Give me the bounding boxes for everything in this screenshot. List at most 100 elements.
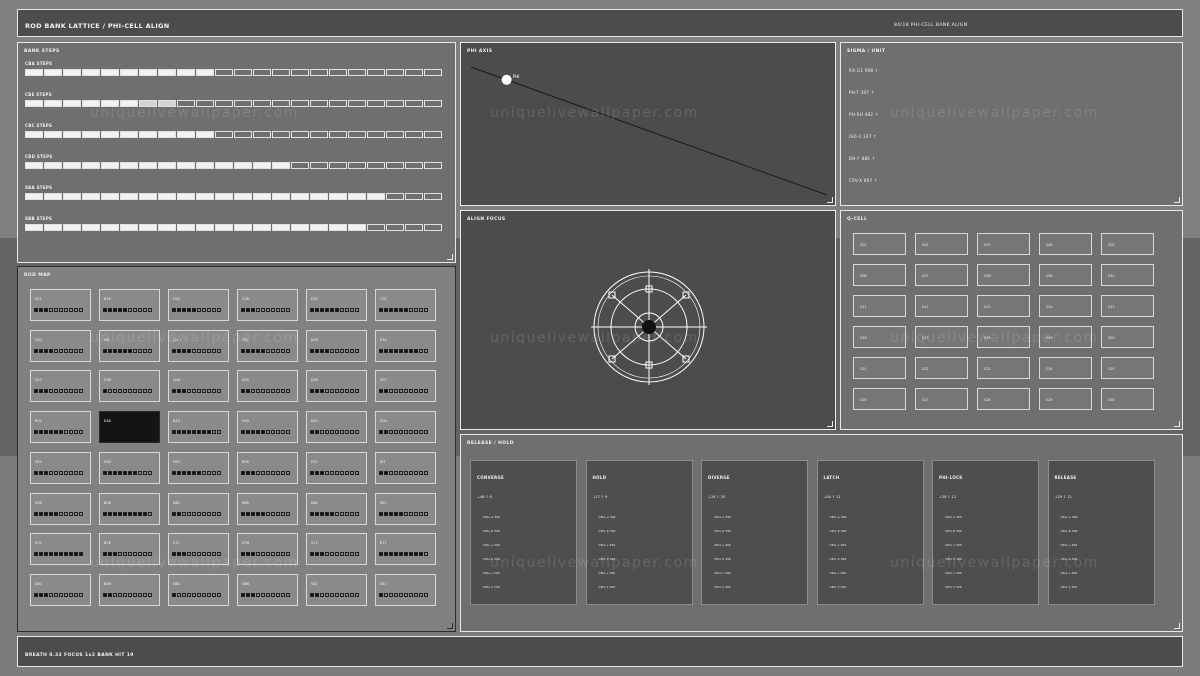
bank-step[interactable] [44,224,62,231]
q-cell-tile[interactable]: G15 [1101,295,1154,317]
bank-step[interactable] [82,69,100,76]
bank-step[interactable] [120,131,138,138]
bank-step[interactable] [82,162,100,169]
bank-step[interactable] [253,162,271,169]
bank-step[interactable] [177,100,195,107]
bank-step[interactable] [386,224,404,231]
rod-cell[interactable]: B88 [99,573,160,606]
rod-cell[interactable]: D76 [237,533,298,566]
q-cell-tile[interactable]: G22 [915,357,968,379]
resize-handle[interactable] [827,197,833,203]
rod-cell[interactable]: R66 [237,492,298,525]
bank-step[interactable] [405,193,423,200]
phi-marker[interactable] [501,74,512,85]
bank-step[interactable] [215,224,233,231]
bank-step[interactable] [310,131,328,138]
bank-step[interactable] [196,131,214,138]
rod-cell[interactable]: N81 [168,573,229,606]
rod-cell[interactable]: S80 [30,573,91,606]
bank-step[interactable] [158,69,176,76]
bank-step[interactable] [234,193,252,200]
bank-step[interactable] [120,162,138,169]
q-cell-tile[interactable]: G19 [1039,326,1092,348]
bank-step[interactable] [177,193,195,200]
rod-cell[interactable]: B16 [99,289,160,321]
bank-step[interactable] [82,224,100,231]
bank-step[interactable] [329,131,347,138]
q-cell-tile[interactable]: G18 [977,326,1030,348]
bank-step[interactable] [82,193,100,200]
bank-step[interactable] [196,193,214,200]
q-cell-tile[interactable]: G17 [915,326,968,348]
q-cell-tile[interactable]: G16 [853,326,906,348]
bank-step[interactable] [101,131,119,138]
bank-step[interactable] [215,69,233,76]
q-cell-tile[interactable]: G01 [853,233,906,255]
rod-cell[interactable]: R04 [30,411,91,444]
rod-cell[interactable]: H22 [168,289,229,321]
bank-step[interactable] [63,131,81,138]
rod-cell[interactable]: B78 [99,533,160,566]
resize-handle[interactable] [447,623,453,629]
bank-step[interactable] [63,100,81,107]
q-cell-tile[interactable]: G09 [1039,264,1092,286]
bank-step[interactable] [44,100,62,107]
resize-handle[interactable] [1174,623,1180,629]
bank-step[interactable] [253,193,271,200]
bank-step[interactable] [272,193,290,200]
bank-step-bar[interactable] [25,69,442,76]
q-cell-tile[interactable]: G03 [977,233,1030,255]
bank-step[interactable] [348,131,366,138]
q-cell-tile[interactable]: G26 [853,388,906,410]
bank-step[interactable] [310,69,328,76]
rod-cell[interactable]: S70 [30,533,91,566]
bank-step[interactable] [253,224,271,231]
q-cell-tile[interactable]: G21 [853,357,906,379]
bank-step[interactable] [424,100,442,107]
bank-step[interactable] [272,100,290,107]
bank-step[interactable] [120,69,138,76]
rod-cell[interactable]: J57 [375,451,436,484]
align-focus-reticle[interactable] [461,211,837,431]
bank-step[interactable] [196,100,214,107]
bank-step[interactable] [196,162,214,169]
rod-cell[interactable]: E52 [306,451,367,484]
bank-step[interactable] [367,131,385,138]
bank-step[interactable] [386,69,404,76]
bank-step[interactable] [158,162,176,169]
bank-step[interactable] [424,69,442,76]
bank-step[interactable] [139,193,157,200]
bank-step[interactable] [82,131,100,138]
bank-step[interactable] [234,224,252,231]
q-cell-tile[interactable]: G23 [977,357,1030,379]
rod-cell[interactable]: A37 [375,370,436,403]
rod-cell[interactable]: D32 [306,289,367,321]
bank-step[interactable] [329,224,347,231]
bank-step[interactable] [44,69,62,76]
bank-step[interactable] [291,224,309,231]
bank-step[interactable] [120,224,138,231]
bank-step[interactable] [291,193,309,200]
bank-step[interactable] [348,162,366,169]
bank-step[interactable] [139,162,157,169]
bank-step[interactable] [291,162,309,169]
q-cell-tile[interactable]: G27 [915,388,968,410]
rod-cell[interactable]: G02 [30,329,91,362]
q-cell-tile[interactable]: G08 [977,264,1030,286]
bank-step[interactable] [120,100,138,107]
bank-step[interactable] [424,224,442,231]
bank-step[interactable] [139,224,157,231]
rod-cell[interactable]: S71 [168,533,229,566]
bank-step-bar[interactable] [25,193,442,200]
bank-step[interactable] [25,100,43,107]
bank-step[interactable] [405,69,423,76]
bank-step[interactable] [367,100,385,107]
q-cell-tile[interactable]: G20 [1101,326,1154,348]
bank-step[interactable] [215,100,233,107]
bank-step[interactable] [177,224,195,231]
bank-step[interactable] [253,69,271,76]
bank-step[interactable] [139,100,157,107]
rod-cell[interactable]: N62 [306,492,367,525]
bank-step[interactable] [177,69,195,76]
bank-step[interactable] [25,131,43,138]
